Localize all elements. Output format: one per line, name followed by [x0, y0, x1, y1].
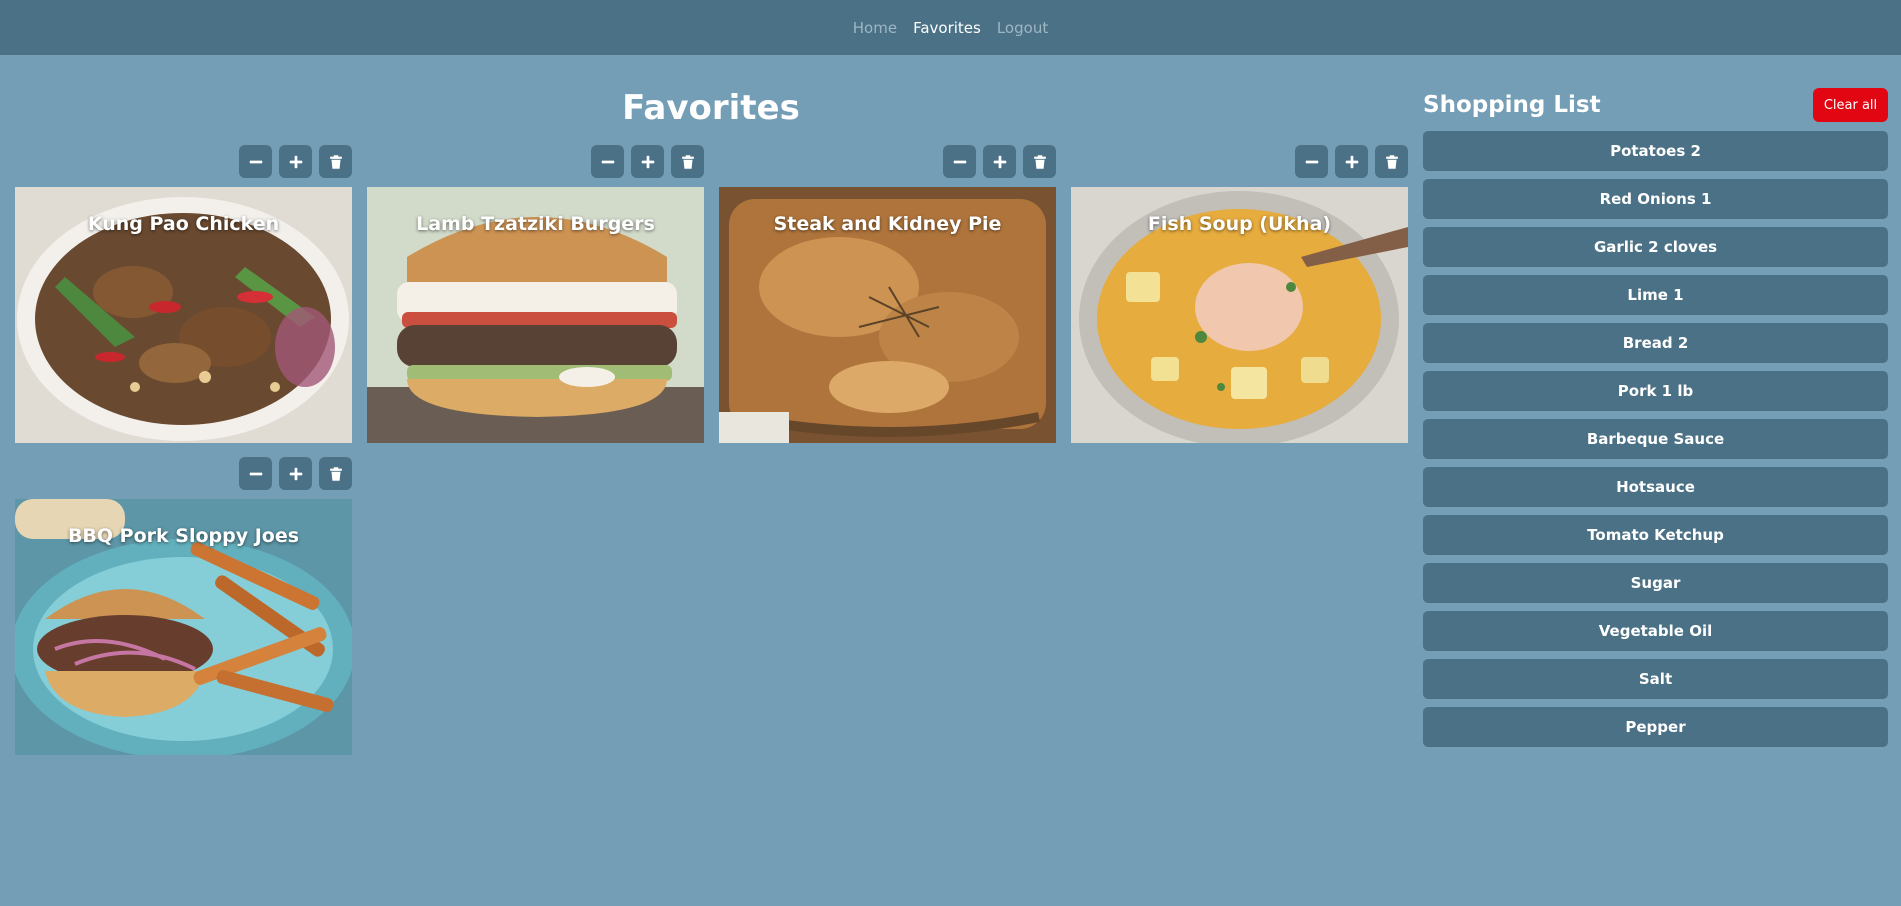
plus-icon — [1345, 155, 1358, 168]
increase-button[interactable] — [279, 457, 312, 490]
delete-button[interactable] — [319, 145, 352, 178]
increase-button[interactable] — [983, 145, 1016, 178]
card-actions — [15, 145, 352, 178]
shopping-list-item[interactable]: Lime 1 — [1423, 275, 1888, 315]
recipe-card: BBQ Pork Sloppy Joes — [15, 457, 352, 755]
card-actions — [719, 145, 1056, 178]
shopping-list-item[interactable]: Pork 1 lb — [1423, 371, 1888, 411]
trash-icon — [329, 466, 342, 481]
increase-button[interactable] — [279, 145, 312, 178]
increase-button[interactable] — [1335, 145, 1368, 178]
shopping-list-item[interactable]: Pepper — [1423, 707, 1888, 747]
delete-button[interactable] — [1023, 145, 1056, 178]
shopping-list-item[interactable]: Vegetable Oil — [1423, 611, 1888, 651]
shopping-list-item[interactable]: Barbeque Sauce — [1423, 419, 1888, 459]
plus-icon — [641, 155, 654, 168]
delete-button[interactable] — [671, 145, 704, 178]
shopping-list-item[interactable]: Potatoes 2 — [1423, 131, 1888, 171]
recipe-card: Lamb Tzatziki Burgers — [367, 145, 704, 443]
card-actions — [367, 145, 704, 178]
delete-button[interactable] — [1375, 145, 1408, 178]
shopping-list-item[interactable]: Sugar — [1423, 563, 1888, 603]
decrease-button[interactable] — [943, 145, 976, 178]
trash-icon — [1385, 154, 1398, 169]
increase-button[interactable] — [631, 145, 664, 178]
recipe-title: Lamb Tzatziki Burgers — [416, 213, 655, 235]
shopping-list-title: Shopping List — [1423, 92, 1601, 118]
decrease-button[interactable] — [1295, 145, 1328, 178]
plus-icon — [289, 155, 302, 168]
recipe-card: Fish Soup (Ukha) — [1071, 145, 1408, 443]
top-navbar: Home Favorites Logout — [0, 0, 1901, 55]
shopping-list-item[interactable]: Salt — [1423, 659, 1888, 699]
card-actions — [15, 457, 352, 490]
clear-all-button[interactable]: Clear all — [1813, 88, 1888, 122]
trash-icon — [1033, 154, 1046, 169]
card-actions — [1071, 145, 1408, 178]
trash-icon — [329, 154, 342, 169]
minus-icon — [1305, 160, 1318, 163]
recipe-title: Fish Soup (Ukha) — [1147, 213, 1332, 235]
recipe-title: Kung Pao Chicken — [87, 213, 280, 235]
decrease-button[interactable] — [239, 457, 272, 490]
shopping-list-item[interactable]: Red Onions 1 — [1423, 179, 1888, 219]
recipe-title: BBQ Pork Sloppy Joes — [67, 525, 300, 547]
recipe-image[interactable]: Fish Soup (Ukha) — [1071, 187, 1408, 443]
shopping-list-item[interactable]: Bread 2 — [1423, 323, 1888, 363]
shopping-list: Potatoes 2 Red Onions 1 Garlic 2 cloves … — [1423, 131, 1888, 755]
plus-icon — [289, 467, 302, 480]
nav-favorites-link[interactable]: Favorites — [913, 19, 981, 37]
recipe-image[interactable]: Steak and Kidney Pie — [719, 187, 1056, 443]
minus-icon — [249, 472, 262, 475]
plus-icon — [993, 155, 1006, 168]
minus-icon — [249, 160, 262, 163]
nav-logout-link[interactable]: Logout — [997, 19, 1048, 37]
recipe-image[interactable]: BBQ Pork Sloppy Joes — [15, 499, 352, 755]
shopping-list-item[interactable]: Hotsauce — [1423, 467, 1888, 507]
recipe-title: Steak and Kidney Pie — [773, 213, 1002, 235]
trash-icon — [681, 154, 694, 169]
nav-home-link[interactable]: Home — [853, 19, 897, 37]
recipe-card: Steak and Kidney Pie — [719, 145, 1056, 443]
recipe-image[interactable]: Lamb Tzatziki Burgers — [367, 187, 704, 443]
decrease-button[interactable] — [239, 145, 272, 178]
minus-icon — [953, 160, 966, 163]
recipe-image[interactable]: Kung Pao Chicken — [15, 187, 352, 443]
recipe-card: Kung Pao Chicken — [15, 145, 352, 443]
minus-icon — [601, 160, 614, 163]
decrease-button[interactable] — [591, 145, 624, 178]
delete-button[interactable] — [319, 457, 352, 490]
shopping-list-item[interactable]: Tomato Ketchup — [1423, 515, 1888, 555]
shopping-list-item[interactable]: Garlic 2 cloves — [1423, 227, 1888, 267]
page-title: Favorites — [622, 88, 800, 128]
